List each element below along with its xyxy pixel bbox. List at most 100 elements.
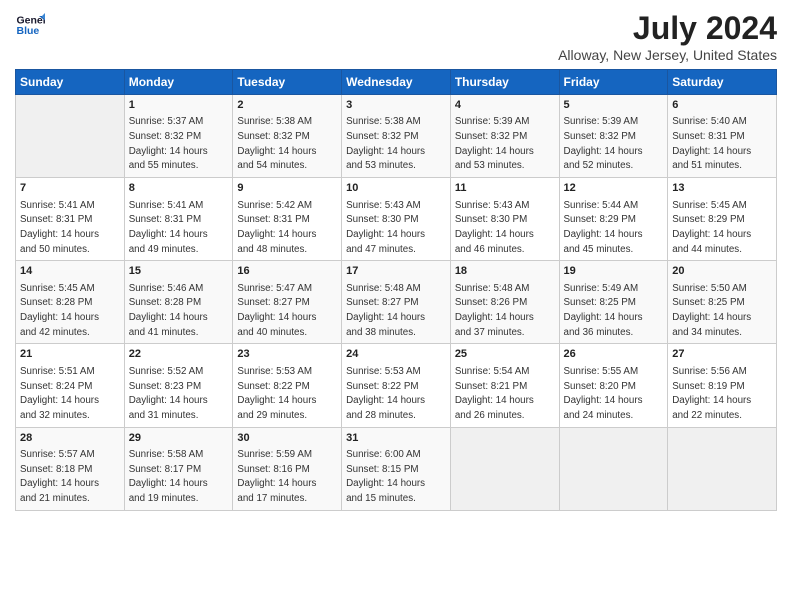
- cell-info: Sunrise: 5:43 AM Sunset: 8:30 PM Dayligh…: [346, 199, 446, 258]
- cell-info: Sunrise: 5:58 AM Sunset: 8:17 PM Dayligh…: [129, 448, 229, 507]
- col-monday: Monday: [124, 70, 233, 95]
- date-number: 1: [129, 98, 229, 113]
- date-number: 17: [346, 264, 446, 279]
- calendar-cell: 22 Sunrise: 5:52 AM Sunset: 8:23 PM Dayli…: [124, 344, 233, 427]
- cell-info: Sunrise: 5:59 AM Sunset: 8:16 PM Dayligh…: [237, 448, 337, 507]
- header: General Blue July 2024 Alloway, New Jers…: [15, 10, 777, 63]
- main-title: July 2024: [558, 10, 777, 47]
- cell-info: Sunrise: 5:53 AM Sunset: 8:22 PM Dayligh…: [346, 365, 446, 424]
- cell-info: Sunrise: 5:53 AM Sunset: 8:22 PM Dayligh…: [237, 365, 337, 424]
- col-wednesday: Wednesday: [342, 70, 451, 95]
- cell-info: Sunrise: 5:45 AM Sunset: 8:28 PM Dayligh…: [20, 282, 120, 341]
- cell-info: Sunrise: 5:48 AM Sunset: 8:27 PM Dayligh…: [346, 282, 446, 341]
- date-number: 6: [672, 98, 772, 113]
- cell-info: Sunrise: 5:45 AM Sunset: 8:29 PM Dayligh…: [672, 199, 772, 258]
- calendar-cell: 8 Sunrise: 5:41 AM Sunset: 8:31 PM Daylig…: [124, 178, 233, 261]
- date-number: 8: [129, 181, 229, 196]
- date-number: 28: [20, 431, 120, 446]
- calendar-cell: 1 Sunrise: 5:37 AM Sunset: 8:32 PM Daylig…: [124, 95, 233, 178]
- calendar-cell: [668, 427, 777, 510]
- cell-info: Sunrise: 5:41 AM Sunset: 8:31 PM Dayligh…: [129, 199, 229, 258]
- date-number: 23: [237, 347, 337, 362]
- title-block: July 2024 Alloway, New Jersey, United St…: [558, 10, 777, 63]
- date-number: 4: [455, 98, 555, 113]
- calendar-cell: 21 Sunrise: 5:51 AM Sunset: 8:24 PM Dayli…: [16, 344, 125, 427]
- date-number: 11: [455, 181, 555, 196]
- calendar-cell: 16Sunrise: 5:47 AM Sunset: 8:27 PM Dayli…: [233, 261, 342, 344]
- cell-info: Sunrise: 5:42 AM Sunset: 8:31 PM Dayligh…: [237, 199, 337, 258]
- calendar-week-1: 1 Sunrise: 5:37 AM Sunset: 8:32 PM Daylig…: [16, 95, 777, 178]
- cell-info: Sunrise: 5:44 AM Sunset: 8:29 PM Dayligh…: [564, 199, 664, 258]
- date-number: 22: [129, 347, 229, 362]
- cell-info: Sunrise: 5:38 AM Sunset: 8:32 PM Dayligh…: [237, 115, 337, 174]
- cell-info: Sunrise: 5:46 AM Sunset: 8:28 PM Dayligh…: [129, 282, 229, 341]
- date-number: 27: [672, 347, 772, 362]
- date-number: 31: [346, 431, 446, 446]
- calendar-cell: 28Sunrise: 5:57 AM Sunset: 8:18 PM Dayli…: [16, 427, 125, 510]
- calendar-cell: 3 Sunrise: 5:38 AM Sunset: 8:32 PM Daylig…: [342, 95, 451, 178]
- cell-info: Sunrise: 5:55 AM Sunset: 8:20 PM Dayligh…: [564, 365, 664, 424]
- date-number: 10: [346, 181, 446, 196]
- cell-info: Sunrise: 5:49 AM Sunset: 8:25 PM Dayligh…: [564, 282, 664, 341]
- date-number: 2: [237, 98, 337, 113]
- calendar-cell: 20 Sunrise: 5:50 AM Sunset: 8:25 PM Dayli…: [668, 261, 777, 344]
- col-tuesday: Tuesday: [233, 70, 342, 95]
- date-number: 16: [237, 264, 337, 279]
- calendar-cell: 9Sunrise: 5:42 AM Sunset: 8:31 PM Daylig…: [233, 178, 342, 261]
- cell-info: Sunrise: 5:40 AM Sunset: 8:31 PM Dayligh…: [672, 115, 772, 174]
- cell-info: Sunrise: 5:39 AM Sunset: 8:32 PM Dayligh…: [564, 115, 664, 174]
- calendar-cell: 31 Sunrise: 6:00 AM Sunset: 8:15 PM Dayli…: [342, 427, 451, 510]
- calendar-cell: 29 Sunrise: 5:58 AM Sunset: 8:17 PM Dayli…: [124, 427, 233, 510]
- calendar-cell: 15 Sunrise: 5:46 AM Sunset: 8:28 PM Dayli…: [124, 261, 233, 344]
- page: General Blue July 2024 Alloway, New Jers…: [0, 0, 792, 612]
- cell-info: Sunrise: 5:43 AM Sunset: 8:30 PM Dayligh…: [455, 199, 555, 258]
- calendar-cell: [16, 95, 125, 178]
- calendar-cell: 25Sunrise: 5:54 AM Sunset: 8:21 PM Dayli…: [450, 344, 559, 427]
- col-saturday: Saturday: [668, 70, 777, 95]
- subtitle: Alloway, New Jersey, United States: [558, 47, 777, 63]
- calendar-cell: 23 Sunrise: 5:53 AM Sunset: 8:22 PM Dayli…: [233, 344, 342, 427]
- calendar-cell: 2 Sunrise: 5:38 AM Sunset: 8:32 PM Daylig…: [233, 95, 342, 178]
- calendar-cell: 14 Sunrise: 5:45 AM Sunset: 8:28 PM Dayli…: [16, 261, 125, 344]
- date-number: 7: [20, 181, 120, 196]
- cell-info: Sunrise: 5:50 AM Sunset: 8:25 PM Dayligh…: [672, 282, 772, 341]
- cell-info: Sunrise: 5:41 AM Sunset: 8:31 PM Dayligh…: [20, 199, 120, 258]
- header-row: Sunday Monday Tuesday Wednesday Thursday…: [16, 70, 777, 95]
- cell-info: Sunrise: 5:48 AM Sunset: 8:26 PM Dayligh…: [455, 282, 555, 341]
- cell-info: Sunrise: 5:51 AM Sunset: 8:24 PM Dayligh…: [20, 365, 120, 424]
- calendar-cell: 12 Sunrise: 5:44 AM Sunset: 8:29 PM Dayli…: [559, 178, 668, 261]
- date-number: 12: [564, 181, 664, 196]
- date-number: 21: [20, 347, 120, 362]
- svg-text:Blue: Blue: [17, 25, 40, 37]
- calendar-table: Sunday Monday Tuesday Wednesday Thursday…: [15, 69, 777, 511]
- cell-info: Sunrise: 5:56 AM Sunset: 8:19 PM Dayligh…: [672, 365, 772, 424]
- calendar-week-3: 14 Sunrise: 5:45 AM Sunset: 8:28 PM Dayli…: [16, 261, 777, 344]
- calendar-cell: 27 Sunrise: 5:56 AM Sunset: 8:19 PM Dayli…: [668, 344, 777, 427]
- calendar-cell: 18 Sunrise: 5:48 AM Sunset: 8:26 PM Dayli…: [450, 261, 559, 344]
- calendar-cell: 30Sunrise: 5:59 AM Sunset: 8:16 PM Dayli…: [233, 427, 342, 510]
- calendar-week-2: 7 Sunrise: 5:41 AM Sunset: 8:31 PM Daylig…: [16, 178, 777, 261]
- date-number: 14: [20, 264, 120, 279]
- calendar-cell: 10 Sunrise: 5:43 AM Sunset: 8:30 PM Dayli…: [342, 178, 451, 261]
- cell-info: Sunrise: 5:38 AM Sunset: 8:32 PM Dayligh…: [346, 115, 446, 174]
- calendar-cell: [559, 427, 668, 510]
- date-number: 18: [455, 264, 555, 279]
- date-number: 29: [129, 431, 229, 446]
- date-number: 20: [672, 264, 772, 279]
- cell-info: Sunrise: 5:52 AM Sunset: 8:23 PM Dayligh…: [129, 365, 229, 424]
- date-number: 19: [564, 264, 664, 279]
- date-number: 25: [455, 347, 555, 362]
- date-number: 15: [129, 264, 229, 279]
- date-number: 26: [564, 347, 664, 362]
- col-friday: Friday: [559, 70, 668, 95]
- logo: General Blue: [15, 10, 45, 40]
- date-number: 5: [564, 98, 664, 113]
- calendar-cell: 11 Sunrise: 5:43 AM Sunset: 8:30 PM Dayli…: [450, 178, 559, 261]
- date-number: 3: [346, 98, 446, 113]
- cell-info: Sunrise: 6:00 AM Sunset: 8:15 PM Dayligh…: [346, 448, 446, 507]
- cell-info: Sunrise: 5:37 AM Sunset: 8:32 PM Dayligh…: [129, 115, 229, 174]
- calendar-cell: 13Sunrise: 5:45 AM Sunset: 8:29 PM Dayli…: [668, 178, 777, 261]
- calendar-cell: 17 Sunrise: 5:48 AM Sunset: 8:27 PM Dayli…: [342, 261, 451, 344]
- logo-icon: General Blue: [15, 10, 45, 40]
- col-sunday: Sunday: [16, 70, 125, 95]
